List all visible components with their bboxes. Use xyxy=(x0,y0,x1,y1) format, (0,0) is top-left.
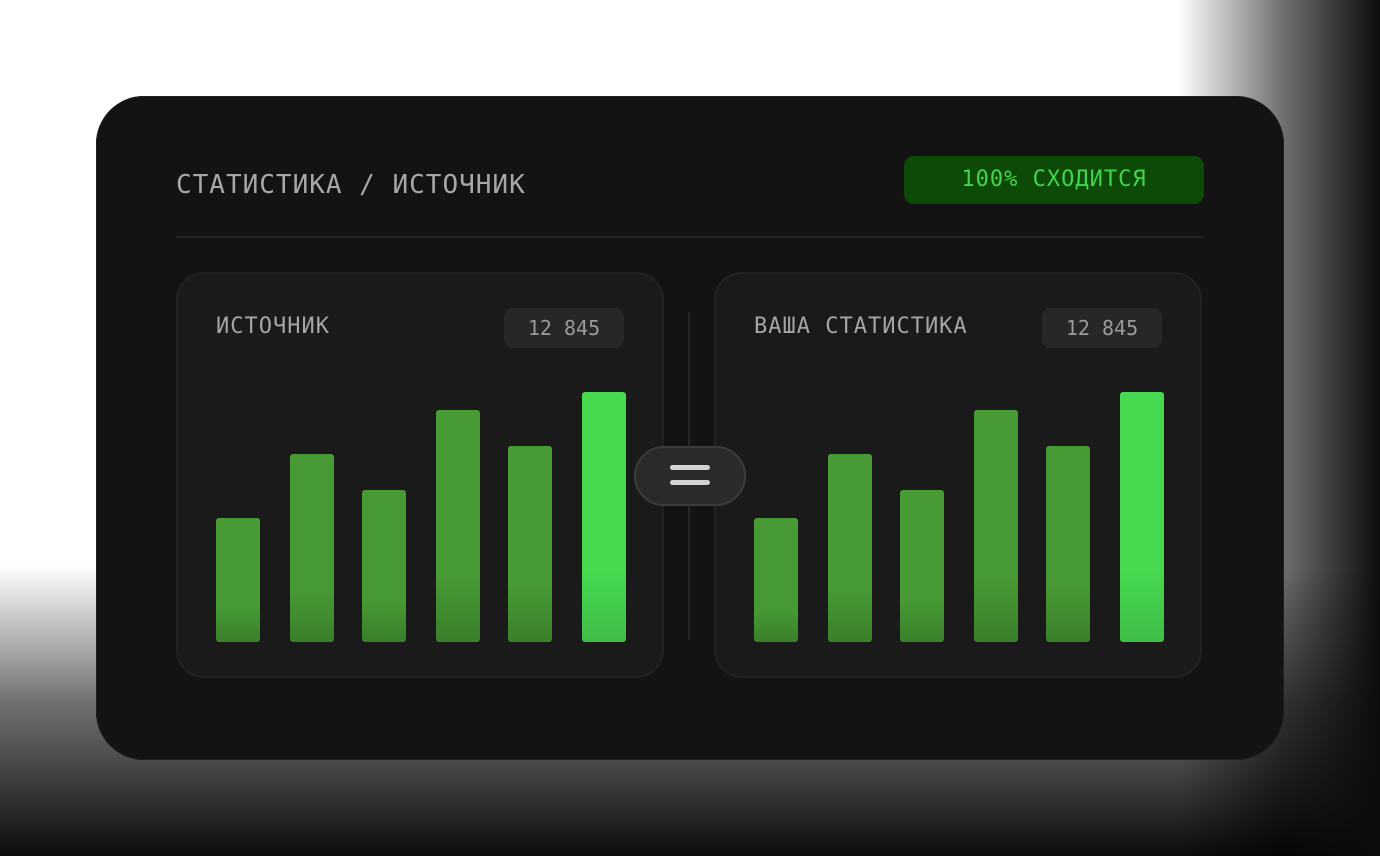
chart-bar xyxy=(436,410,480,642)
header-divider xyxy=(176,236,1204,238)
your-stats-panel-label: ВАША СТАТИСТИКА xyxy=(754,314,968,339)
stats-comparison-card: СТАТИСТИКА / ИСТОЧНИК 100% СХОДИТСЯ ИСТО… xyxy=(96,96,1284,760)
source-count-badge: 12 845 xyxy=(504,308,624,348)
your-stats-bar-chart xyxy=(754,392,1164,642)
your-stats-panel: ВАША СТАТИСТИКА 12 845 xyxy=(714,272,1202,678)
your-stats-count-badge: 12 845 xyxy=(1042,308,1162,348)
source-panel-label: ИСТОЧНИК xyxy=(216,314,330,339)
chart-bar xyxy=(290,454,334,642)
chart-bar xyxy=(974,410,1018,642)
chart-bar xyxy=(900,490,944,642)
chart-bar xyxy=(828,454,872,642)
chart-bar xyxy=(754,518,798,642)
chart-bar xyxy=(1120,392,1164,642)
source-bar-chart xyxy=(216,392,626,642)
chart-bar xyxy=(582,392,626,642)
chart-bar xyxy=(1046,446,1090,642)
compare-equals-button[interactable] xyxy=(634,446,746,506)
source-panel: ИСТОЧНИК 12 845 xyxy=(176,272,664,678)
page-title: СТАТИСТИКА / ИСТОЧНИК xyxy=(176,170,526,200)
chart-bar xyxy=(508,446,552,642)
match-status-badge: 100% СХОДИТСЯ xyxy=(904,156,1204,204)
chart-bar xyxy=(216,518,260,642)
chart-bar xyxy=(362,490,406,642)
